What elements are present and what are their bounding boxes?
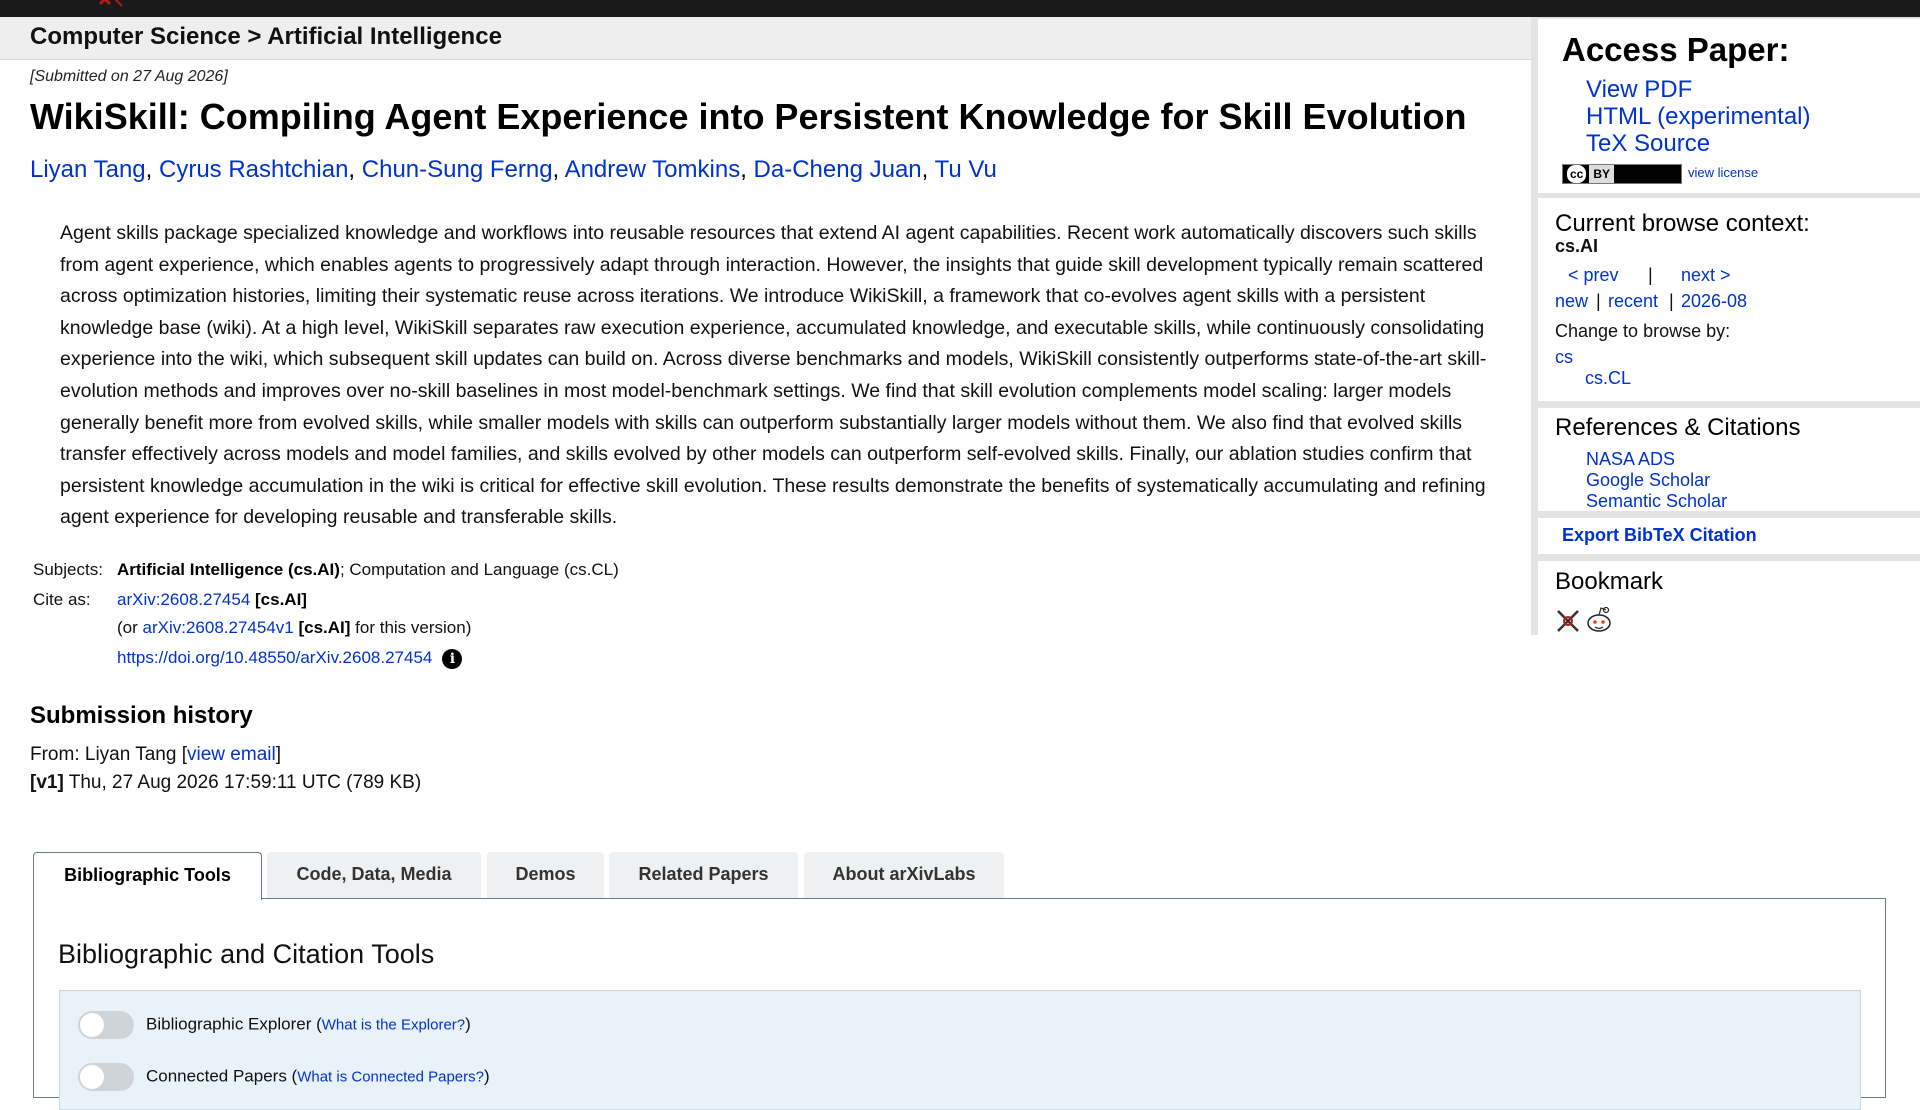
view-pdf-link[interactable]: View PDF bbox=[1586, 76, 1692, 104]
recent-link[interactable]: recent bbox=[1608, 291, 1658, 312]
access-paper-heading: Access Paper: bbox=[1562, 31, 1790, 68]
science-wise-icon[interactable] bbox=[1555, 608, 1581, 634]
references-box: References & Citations NASA ADS Google S… bbox=[1538, 408, 1920, 511]
author-list: Liyan Tang, Cyrus Rashtchian, Chun-Sung … bbox=[30, 156, 997, 184]
author-link[interactable]: Da-Cheng Juan bbox=[754, 156, 922, 183]
panel-heading: Bibliographic and Citation Tools bbox=[58, 939, 435, 969]
paper-title: WikiSkill: Compiling Agent Experience in… bbox=[30, 96, 1467, 137]
author-link[interactable]: Cyrus Rashtchian bbox=[159, 156, 348, 183]
version-citation: (or arXiv:2608.27454v1 [cs.AI] for this … bbox=[117, 618, 471, 638]
secondary-subjects: ; Computation and Language (cs.CL) bbox=[339, 560, 619, 579]
browse-context-value: cs.AI bbox=[1555, 236, 1599, 256]
version-line: [v1] Thu, 27 Aug 2026 17:59:11 UTC (789 … bbox=[30, 772, 421, 794]
breadcrumb[interactable]: Computer Science > Artificial Intelligen… bbox=[30, 23, 502, 51]
explorer-toggle[interactable] bbox=[78, 1011, 134, 1039]
nav-separator: | bbox=[1648, 265, 1653, 285]
labs-tabs: Bibliographic Tools Code, Data, Media De… bbox=[33, 852, 1886, 900]
tool-suffix: ) bbox=[483, 1066, 490, 1086]
tool-row-connected-papers: Connected Papers (What is Connected Pape… bbox=[78, 1063, 490, 1091]
tab-related-papers[interactable]: Related Papers bbox=[609, 852, 798, 899]
subjects-label: Subjects: bbox=[33, 560, 103, 579]
author-separator: , bbox=[921, 156, 929, 183]
author-link[interactable]: Tu Vu bbox=[935, 156, 997, 183]
version-suffix: for this version) bbox=[350, 618, 472, 637]
tab-panel: Bibliographic and Citation Tools Bibliog… bbox=[33, 898, 1886, 1110]
browse-context-box: Current browse context: cs.AI < prev | n… bbox=[1538, 198, 1920, 401]
submission-date: [Submitted on 27 Aug 2026] bbox=[30, 68, 228, 85]
bookmark-heading: Bookmark bbox=[1555, 568, 1664, 595]
tool-row-explorer: Bibliographic Explorer (What is the Expl… bbox=[78, 1011, 471, 1039]
what-is-connected-papers-link[interactable]: What is Connected Papers? bbox=[297, 1068, 484, 1085]
submitter-line: From: Liyan Tang [view email] bbox=[30, 744, 281, 766]
tool-suffix: ) bbox=[465, 1014, 471, 1034]
submission-history-heading: Submission history bbox=[30, 702, 253, 729]
cite-as-value: arXiv:2608.27454 [cs.AI] bbox=[117, 590, 307, 610]
tex-source-link[interactable]: TeX Source bbox=[1586, 130, 1710, 158]
html-experimental-link[interactable]: HTML (experimental) bbox=[1586, 103, 1811, 131]
author-separator: , bbox=[348, 156, 356, 183]
info-icon[interactable]: i bbox=[442, 648, 463, 669]
breadcrumb-header: Computer Science > Artificial Intelligen… bbox=[0, 17, 1532, 60]
tab-demos[interactable]: Demos bbox=[487, 852, 604, 899]
month-link[interactable]: 2026-08 bbox=[1681, 291, 1747, 312]
references-heading: References & Citations bbox=[1555, 414, 1801, 441]
version-id-link[interactable]: arXiv:2608.27454v1 bbox=[143, 618, 294, 637]
version-tag: [v1] bbox=[30, 772, 64, 793]
view-license-link[interactable]: view license bbox=[1688, 165, 1758, 180]
author-separator: , bbox=[740, 156, 747, 183]
new-link[interactable]: new bbox=[1555, 291, 1588, 312]
nav-separator: | bbox=[1596, 291, 1601, 311]
cite-as-label: Cite as: bbox=[33, 590, 91, 609]
access-paper-box: Access Paper: View PDF HTML (experimenta… bbox=[1538, 19, 1920, 193]
author-link[interactable]: Liyan Tang bbox=[30, 156, 146, 183]
nasa-ads-link[interactable]: NASA ADS bbox=[1586, 449, 1675, 470]
author-link[interactable]: Chun-Sung Ferng bbox=[362, 156, 553, 183]
reddit-icon[interactable] bbox=[1585, 605, 1613, 635]
author-link[interactable]: Andrew Tomkins bbox=[565, 156, 741, 183]
doi-row: https://doi.org/10.48550/arXiv.2608.2745… bbox=[117, 648, 463, 669]
prev-link[interactable]: < prev bbox=[1568, 265, 1619, 286]
author-separator: , bbox=[552, 156, 560, 183]
cc-by-license-badge[interactable]: cc BY bbox=[1562, 164, 1682, 184]
tab-code-data-media[interactable]: Code, Data, Media bbox=[267, 852, 481, 899]
abstract: Agent skills package specialized knowled… bbox=[60, 222, 1487, 529]
version-category: [cs.AI] bbox=[298, 618, 351, 637]
export-box: Export BibTeX Citation bbox=[1538, 518, 1920, 554]
cite-category: [cs.AI] bbox=[255, 590, 307, 609]
from-suffix: ] bbox=[275, 744, 281, 765]
tool-label: Bibliographic Explorer ( bbox=[146, 1014, 322, 1034]
view-email-link[interactable]: view email bbox=[187, 744, 276, 765]
change-browse-label: Change to browse by: bbox=[1555, 321, 1731, 341]
export-bibtex-link[interactable]: Export BibTeX Citation bbox=[1562, 525, 1757, 546]
tools-list: Bibliographic Explorer (What is the Expl… bbox=[59, 990, 1861, 1110]
browse-cs-link[interactable]: cs bbox=[1555, 347, 1573, 368]
google-scholar-link[interactable]: Google Scholar bbox=[1586, 470, 1710, 491]
primary-subject: Artificial Intelligence (cs.AI) bbox=[117, 560, 340, 579]
connected-papers-toggle[interactable] bbox=[78, 1063, 134, 1091]
cc-icon: cc bbox=[1567, 165, 1587, 183]
arxiv-logo-icon[interactable] bbox=[96, 0, 126, 8]
bookmark-box: Bookmark bbox=[1538, 561, 1920, 646]
from-prefix: From: Liyan Tang [ bbox=[30, 744, 188, 765]
cite-id-link[interactable]: arXiv:2608.27454 bbox=[117, 590, 250, 609]
doi-link[interactable]: https://doi.org/10.48550/arXiv.2608.2745… bbox=[117, 648, 432, 667]
next-link[interactable]: next > bbox=[1681, 265, 1731, 286]
sidebar: Access Paper: View PDF HTML (experimenta… bbox=[1531, 17, 1920, 646]
author-separator: , bbox=[145, 156, 153, 183]
tool-label: Connected Papers ( bbox=[146, 1066, 298, 1086]
nav-separator: | bbox=[1669, 291, 1674, 311]
browse-cs-cl-link[interactable]: cs.CL bbox=[1585, 368, 1631, 389]
browse-context-heading: Current browse context: bbox=[1555, 210, 1810, 237]
version-prefix: (or bbox=[117, 618, 143, 637]
version-details: Thu, 27 Aug 2026 17:59:11 UTC (789 KB) bbox=[63, 772, 422, 793]
top-bar bbox=[0, 0, 1920, 17]
what-is-explorer-link[interactable]: What is the Explorer? bbox=[322, 1016, 465, 1033]
tab-about-arxivlabs[interactable]: About arXivLabs bbox=[804, 852, 1004, 899]
semantic-scholar-link[interactable]: Semantic Scholar bbox=[1586, 491, 1727, 512]
toggle-knob bbox=[80, 1065, 104, 1089]
tab-bibliographic-tools[interactable]: Bibliographic Tools bbox=[33, 852, 262, 900]
by-icon: BY bbox=[1589, 165, 1615, 183]
toggle-knob bbox=[80, 1013, 104, 1037]
subjects-value: Artificial Intelligence (cs.AI); Computa… bbox=[117, 560, 619, 580]
